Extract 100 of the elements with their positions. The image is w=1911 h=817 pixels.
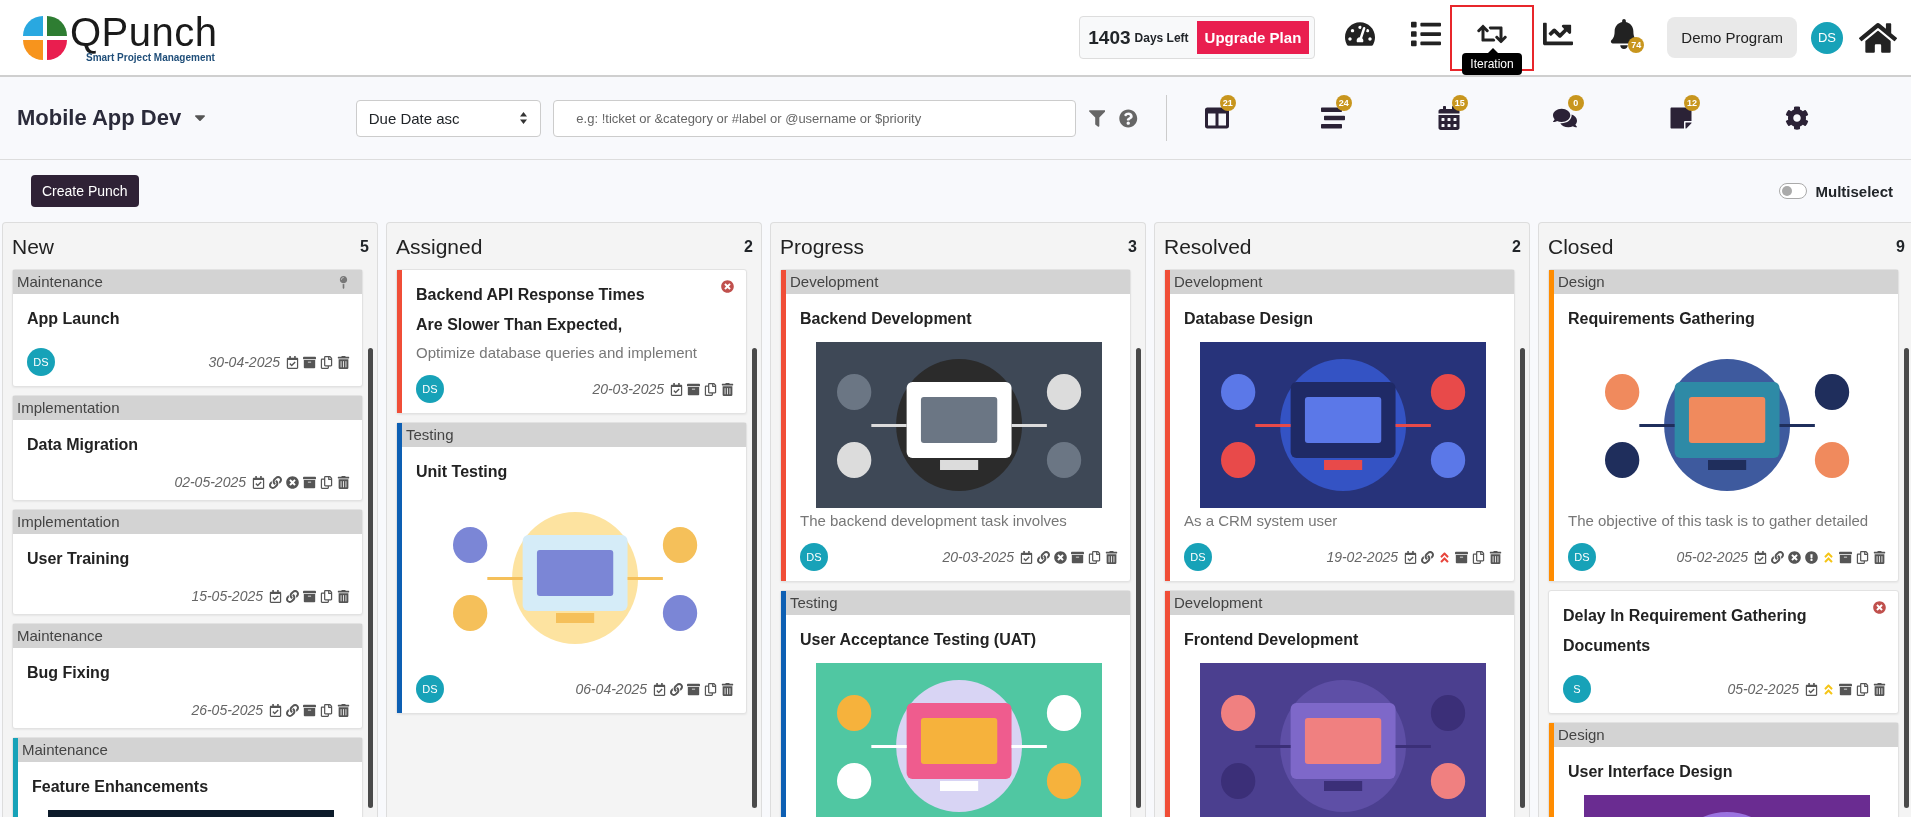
trash-icon[interactable]	[721, 382, 734, 396]
task-card[interactable]: Development Frontend Development	[1164, 590, 1515, 817]
task-card[interactable]: Testing Unit Testing DS 06-04-2025	[396, 422, 747, 714]
copy-icon[interactable]	[704, 682, 717, 696]
calendar-icon[interactable]	[670, 382, 683, 396]
archive-icon[interactable]	[1071, 550, 1084, 564]
card-title: User Acceptance Testing (UAT)	[800, 630, 1038, 650]
trash-icon[interactable]	[337, 475, 350, 489]
trash-icon[interactable]	[1105, 550, 1118, 564]
alert-icon[interactable]	[1805, 550, 1818, 564]
archive-icon[interactable]	[687, 682, 700, 696]
days-count: 1403	[1088, 26, 1131, 49]
link-icon[interactable]	[286, 703, 299, 717]
task-card[interactable]: Implementation Data Migration 02-05-2025	[12, 395, 363, 501]
link-icon[interactable]	[1421, 550, 1434, 564]
scrollbar[interactable]	[368, 348, 373, 808]
count-badge: 74	[1628, 36, 1645, 53]
copy-icon[interactable]	[320, 355, 333, 369]
task-card[interactable]: Backend API Response Times Are Slower Than Expected, Optimize database queries and implement DS 20-03-2025	[396, 269, 747, 414]
search-field[interactable]: e.g: !ticket or &category or #label or @username or $priority	[553, 99, 1076, 137]
task-card[interactable]: Implementation User Training 15-05-2025	[12, 509, 363, 615]
columns-icon[interactable]	[1204, 106, 1229, 130]
task-card[interactable]: Design User Interface Design	[1548, 722, 1899, 817]
calendar-icon[interactable]	[252, 475, 265, 489]
task-card[interactable]: Testing User Acceptance Testing (UAT)	[780, 590, 1131, 817]
sort-icon[interactable]	[519, 111, 529, 125]
pin-icon[interactable]	[337, 275, 350, 289]
comments-icon[interactable]	[1552, 106, 1577, 130]
category-label: Development	[790, 272, 879, 292]
count-badge: 12	[1683, 95, 1700, 111]
upgrade-button[interactable]: Upgrade Plan	[1196, 21, 1310, 54]
close-icon[interactable]	[1873, 601, 1886, 614]
copy-icon[interactable]	[1856, 682, 1869, 696]
create-punch-button[interactable]: Create Punch	[31, 175, 139, 207]
cancel-icon[interactable]	[286, 475, 299, 489]
copy-icon[interactable]	[704, 382, 717, 396]
link-icon[interactable]	[1771, 550, 1784, 564]
calendar-icon[interactable]	[1020, 550, 1033, 564]
task-card[interactable]: Maintenance App Launch DS 30-04-2025	[12, 269, 363, 387]
link-icon[interactable]	[269, 475, 282, 489]
calendar-icon[interactable]	[1805, 682, 1818, 696]
task-card[interactable]: Development Database Design As a CRM system user DS 19-02-2025	[1164, 269, 1515, 582]
archive-icon[interactable]	[303, 475, 316, 489]
trash-icon[interactable]	[337, 589, 350, 603]
copy-icon[interactable]	[1472, 550, 1485, 564]
scrollbar[interactable]	[1904, 348, 1909, 808]
task-card[interactable]: Maintenance Feature Enhancements	[12, 737, 363, 817]
link-icon[interactable]	[1037, 550, 1050, 564]
calendar-icon[interactable]	[1436, 106, 1461, 130]
archive-icon[interactable]	[1839, 682, 1852, 696]
archive-icon[interactable]	[303, 355, 316, 369]
archive-icon[interactable]	[303, 589, 316, 603]
multiselect-switch[interactable]	[1779, 183, 1808, 199]
settings-icon[interactable]	[1784, 106, 1809, 130]
task-card[interactable]: Maintenance Bug Fixing 26-05-2025	[12, 623, 363, 729]
days-label: Days Left	[1134, 30, 1189, 45]
archive-icon[interactable]	[303, 703, 316, 717]
trash-icon[interactable]	[337, 703, 350, 717]
task-card[interactable]: Design Requirements Gathering The objective of this task is to gather detailed DS 05-02-2025	[1548, 269, 1899, 582]
scrollbar[interactable]	[1520, 348, 1525, 808]
copy-icon[interactable]	[320, 703, 333, 717]
trash-icon[interactable]	[1489, 550, 1502, 564]
project-title[interactable]: Mobile App Dev	[17, 105, 182, 131]
link-icon[interactable]	[286, 589, 299, 603]
cancel-icon[interactable]	[1054, 550, 1067, 564]
calendar-icon[interactable]	[286, 355, 299, 369]
calendar-icon[interactable]	[653, 682, 666, 696]
calendar-icon[interactable]	[1754, 550, 1767, 564]
sort-select[interactable]: Due Date asc	[355, 99, 542, 137]
close-icon[interactable]	[721, 280, 734, 293]
archive-icon[interactable]	[687, 382, 700, 396]
calendar-icon[interactable]	[269, 589, 282, 603]
copy-icon[interactable]	[1856, 550, 1869, 564]
cancel-icon[interactable]	[1788, 550, 1801, 564]
card-title: Unit Testing	[416, 462, 509, 482]
calendar-icon[interactable]	[1404, 550, 1417, 564]
note-icon[interactable]	[1668, 106, 1693, 130]
calendar-icon[interactable]	[269, 703, 282, 717]
filter-icon[interactable]	[1088, 109, 1106, 127]
task-card[interactable]: Delay In Requirement Gathering Documents S 05-02-2025	[1548, 590, 1899, 714]
trash-icon[interactable]	[1873, 550, 1886, 564]
card-title: Requirements Gathering	[1568, 309, 1756, 329]
copy-icon[interactable]	[320, 475, 333, 489]
task-card[interactable]: Development Backend Development The backend development task involves DS 20-03-2025	[780, 269, 1131, 582]
link-icon[interactable]	[670, 682, 683, 696]
copy-icon[interactable]	[320, 589, 333, 603]
stacked-bars-icon[interactable]	[1320, 106, 1345, 130]
trash-icon[interactable]	[721, 682, 734, 696]
archive-icon[interactable]	[1455, 550, 1468, 564]
priority-icon[interactable]	[1438, 550, 1451, 564]
trash-icon[interactable]	[337, 355, 350, 369]
archive-icon[interactable]	[1839, 550, 1852, 564]
trash-icon[interactable]	[1873, 682, 1886, 696]
help-icon[interactable]	[1119, 108, 1138, 128]
scrollbar[interactable]	[1136, 348, 1141, 808]
program-button[interactable]: Demo Program	[1667, 17, 1797, 58]
assignee-avatar: DS	[800, 543, 828, 571]
card-title: Feature Enhancements	[32, 777, 210, 797]
copy-icon[interactable]	[1088, 550, 1101, 564]
scrollbar[interactable]	[752, 348, 757, 808]
